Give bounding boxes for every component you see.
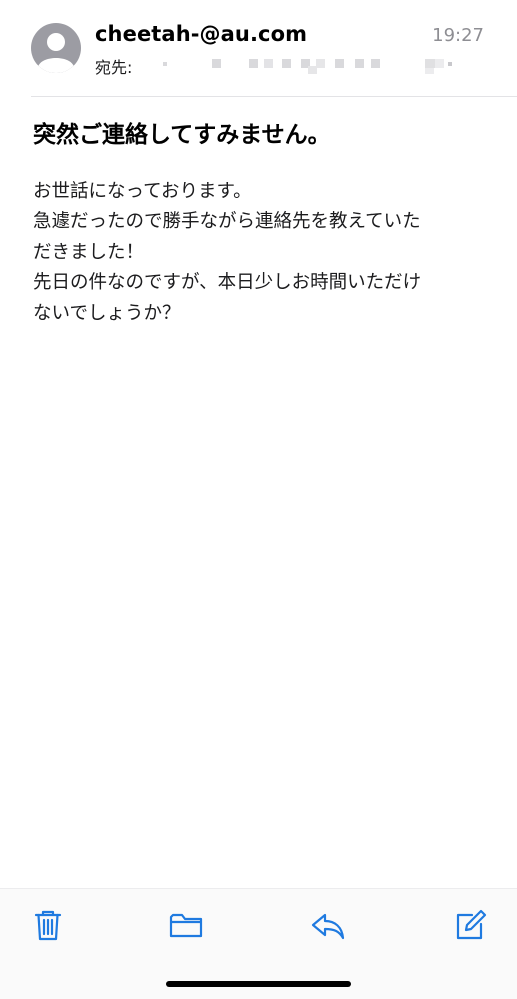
reply-icon (311, 913, 345, 940)
trash-button[interactable] (30, 907, 66, 943)
redacted-recipient (145, 56, 452, 74)
mail-message-view: cheetah-@au.com 19:27 宛先: 突然ご連絡してすみません。 … (0, 0, 517, 999)
compose-icon (456, 909, 487, 940)
body-line: お世話になっております。 (33, 181, 252, 202)
header-divider (31, 96, 517, 97)
message-body: お世話になっております。 急遽だったので勝手ながら連絡先を教えていた だきました… (33, 177, 488, 329)
folder-icon (169, 913, 203, 938)
person-icon (38, 33, 74, 73)
message-subject: 突然ご連絡してすみません。 (33, 122, 331, 148)
reply-button[interactable] (310, 907, 346, 943)
home-indicator[interactable] (166, 981, 351, 987)
body-line: だきました！ (33, 241, 145, 263)
body-line: 急遽だったので勝手ながら連絡先を教えていた (33, 211, 421, 233)
sender-avatar[interactable] (31, 23, 81, 73)
move-to-folder-button[interactable] (168, 907, 204, 943)
compose-button[interactable] (452, 907, 488, 943)
body-line: ないでしょうか？ (33, 302, 181, 324)
recipient-label: 宛先: (95, 58, 133, 77)
body-line: 先日の件なのですが、本日少しお時間いただけ (33, 272, 422, 294)
trash-icon (34, 910, 62, 941)
recipient-row[interactable]: 宛先: (95, 54, 452, 77)
message-header: cheetah-@au.com 19:27 宛先: (0, 0, 517, 96)
message-time: 19:27 (432, 25, 484, 46)
sender-address[interactable]: cheetah-@au.com (95, 22, 307, 46)
